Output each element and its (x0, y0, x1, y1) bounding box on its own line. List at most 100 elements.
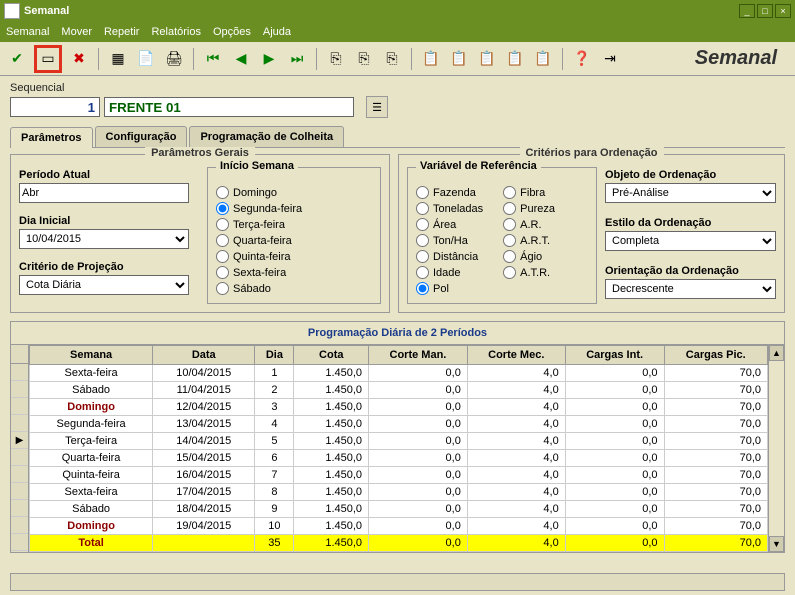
help-icon[interactable]: ❓ (571, 48, 593, 70)
table-row[interactable]: Terça-feira14/04/201551.450,00,04,00,070… (30, 433, 768, 450)
row-indicator[interactable]: ▶ (11, 432, 28, 449)
radio-varref-art[interactable]: A.R.T. (503, 234, 555, 247)
menu-bar: Semanal Mover Repetir Relatórios Opções … (0, 22, 795, 42)
sequencial-lookup-button[interactable]: ☰ (366, 96, 388, 118)
scroll-down-icon[interactable]: ▼ (769, 536, 784, 552)
row-indicator[interactable] (11, 398, 28, 415)
radio-inicio-0[interactable]: Domingo (216, 186, 372, 199)
table-row[interactable]: Sexta-feira10/04/201511.450,00,04,00,070… (30, 365, 768, 382)
col-header[interactable]: Corte Man. (369, 346, 468, 365)
radio-inicio-1[interactable]: Segunda-feira (216, 202, 372, 215)
radio-inicio-5[interactable]: Sexta-feira (216, 266, 372, 279)
minimize-button[interactable]: _ (739, 4, 755, 18)
delete-icon[interactable]: ✖ (68, 48, 90, 70)
first-icon[interactable]: ⏮ (202, 48, 224, 70)
radio-varref-distncia[interactable]: Distância (416, 250, 483, 263)
copy1-icon[interactable]: 📋 (420, 48, 442, 70)
prev-icon[interactable]: ◀ (230, 48, 252, 70)
menu-semanal[interactable]: Semanal (6, 26, 49, 38)
row-indicator[interactable] (11, 466, 28, 483)
objeto-ordenacao-label: Objeto de Ordenação (605, 169, 776, 181)
periodo-atual-field[interactable] (19, 183, 189, 203)
row-indicator[interactable] (11, 364, 28, 381)
table-row[interactable]: Domingo12/04/201531.450,00,04,00,070,0 (30, 399, 768, 416)
export2-icon[interactable]: ⎘ (353, 48, 375, 70)
table-row[interactable]: Sábado18/04/201591.450,00,04,00,070,0 (30, 501, 768, 518)
export3-icon[interactable]: ⎘ (381, 48, 403, 70)
print-icon[interactable]: 🖨 (163, 48, 185, 70)
radio-varref-gio[interactable]: Ágio (503, 250, 555, 263)
radio-varref-idade[interactable]: Idade (416, 266, 483, 279)
radio-varref-atr[interactable]: A.T.R. (503, 266, 555, 279)
menu-repetir[interactable]: Repetir (104, 26, 139, 38)
copy3-icon[interactable]: 📋 (476, 48, 498, 70)
table-row[interactable]: Domingo19/04/2015101.450,00,04,00,070,0 (30, 518, 768, 535)
criterio-projecao-combo[interactable]: Cota Diária (19, 275, 189, 295)
row-indicator[interactable] (11, 449, 28, 466)
radio-varref-pureza[interactable]: Pureza (503, 202, 555, 215)
row-indicator[interactable] (11, 517, 28, 534)
radio-varref-fibra[interactable]: Fibra (503, 186, 555, 199)
menu-ajuda[interactable]: Ajuda (263, 26, 291, 38)
orientacao-ordenacao-combo[interactable]: Decrescente (605, 279, 776, 299)
radio-varref-tonha[interactable]: Ton/Ha (416, 234, 483, 247)
orientacao-ordenacao-label: Orientação da Ordenação (605, 265, 776, 277)
row-indicator[interactable] (11, 483, 28, 500)
new-icon[interactable]: ▭ (34, 45, 62, 73)
panel-title-right: Critérios para Ordenação (519, 147, 663, 159)
sequencial-name[interactable] (104, 97, 354, 117)
table-row[interactable]: Quarta-feira15/04/201561.450,00,04,00,07… (30, 450, 768, 467)
col-header[interactable]: Dia (255, 346, 294, 365)
copy5-icon[interactable]: 📋 (532, 48, 554, 70)
calc-icon[interactable]: ▦ (107, 48, 129, 70)
radio-inicio-6[interactable]: Sábado (216, 282, 372, 295)
export-icon[interactable]: ⎘ (325, 48, 347, 70)
table-row[interactable]: Sábado11/04/201521.450,00,04,00,070,0 (30, 382, 768, 399)
grid-scrollbar[interactable]: ▲ ▼ (768, 345, 784, 552)
tab-programacao[interactable]: Programação de Colheita (189, 126, 344, 147)
copy4-icon[interactable]: 📋 (504, 48, 526, 70)
radio-inicio-3[interactable]: Quarta-feira (216, 234, 372, 247)
variavel-referencia-title: Variável de Referência (416, 160, 541, 172)
menu-mover[interactable]: Mover (61, 26, 92, 38)
col-header[interactable]: Cota (294, 346, 369, 365)
table-row[interactable]: Segunda-feira13/04/201541.450,00,04,00,0… (30, 416, 768, 433)
toolbar: ✔ ▭ ✖ ▦ 📄 🖨 ⏮ ◀ ▶ ⏭ ⎘ ⎘ ⎘ 📋 📋 📋 📋 📋 ❓ ⇥ … (0, 42, 795, 76)
tab-configuracao[interactable]: Configuração (95, 126, 188, 147)
check-icon[interactable]: ✔ (6, 48, 28, 70)
col-header[interactable]: Cargas Int. (565, 346, 664, 365)
col-header[interactable]: Cargas Pic. (664, 346, 767, 365)
exit-icon[interactable]: ⇥ (599, 48, 621, 70)
next-icon[interactable]: ▶ (258, 48, 280, 70)
row-indicator[interactable] (11, 500, 28, 517)
scroll-up-icon[interactable]: ▲ (769, 345, 784, 361)
tab-parametros[interactable]: Parâmetros (10, 127, 93, 148)
radio-varref-fazenda[interactable]: Fazenda (416, 186, 483, 199)
table-row[interactable]: Quinta-feira16/04/201571.450,00,04,00,07… (30, 467, 768, 484)
sequencial-number[interactable] (10, 97, 100, 117)
col-header[interactable]: Data (153, 346, 255, 365)
dia-inicial-combo[interactable]: 10/04/2015 (19, 229, 189, 249)
col-header[interactable]: Corte Mec. (467, 346, 565, 365)
radio-inicio-2[interactable]: Terça-feira (216, 218, 372, 231)
row-indicator[interactable] (11, 415, 28, 432)
radio-varref-rea[interactable]: Área (416, 218, 483, 231)
maximize-button[interactable]: □ (757, 4, 773, 18)
grid-title: Programação Diária de 2 Períodos (10, 321, 785, 344)
copy2-icon[interactable]: 📋 (448, 48, 470, 70)
col-header[interactable]: Semana (30, 346, 153, 365)
menu-opcoes[interactable]: Opções (213, 26, 251, 38)
close-button[interactable]: × (775, 4, 791, 18)
total-row: Total351.450,00,04,00,070,0 (30, 535, 768, 552)
objeto-ordenacao-combo[interactable]: Pré-Análise (605, 183, 776, 203)
row-indicator[interactable] (11, 381, 28, 398)
last-icon[interactable]: ⏭ (286, 48, 308, 70)
doc-icon[interactable]: 📄 (135, 48, 157, 70)
table-row[interactable]: Sexta-feira17/04/201581.450,00,04,00,070… (30, 484, 768, 501)
radio-varref-ar[interactable]: A.R. (503, 218, 555, 231)
estilo-ordenacao-combo[interactable]: Completa (605, 231, 776, 251)
radio-varref-toneladas[interactable]: Toneladas (416, 202, 483, 215)
radio-inicio-4[interactable]: Quinta-feira (216, 250, 372, 263)
radio-varref-pol[interactable]: Pol (416, 282, 483, 295)
menu-relatorios[interactable]: Relatórios (151, 26, 201, 38)
